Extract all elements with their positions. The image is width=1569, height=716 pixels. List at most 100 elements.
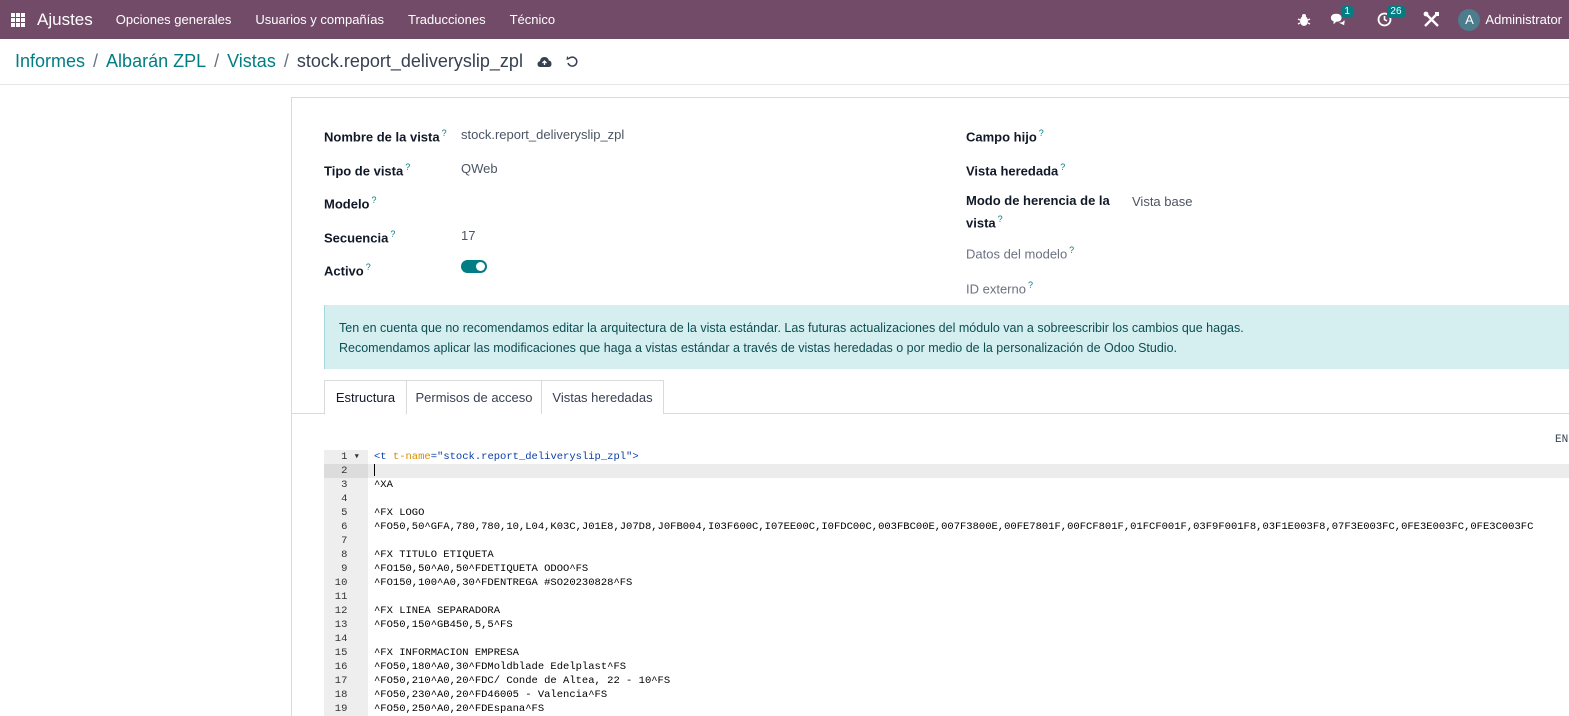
code-text: ^FO150,100^A0,30^FDENTREGA #SO20230828^F… [374, 577, 633, 589]
warning-alert: Ten en cuenta que no recomendamos editar… [324, 305, 1569, 369]
code-line[interactable]: 6 ^FO50,50^GFA,780,780,10,L04,K03C,J01E8… [324, 520, 1569, 534]
code-line[interactable]: 15 ^FX INFORMACION EMPRESA [324, 646, 1569, 660]
child-field-label: Campo hijo? [966, 128, 1044, 145]
line-number: 8 [324, 548, 368, 562]
app-name[interactable]: Ajustes [37, 10, 93, 30]
active-toggle[interactable] [461, 260, 487, 273]
code-text: ^FO50,180^A0,30^FDMoldblade Edelplast^FS [374, 661, 627, 673]
menu-item-translations[interactable]: Traducciones [408, 12, 486, 27]
tab-inherited-views[interactable]: Vistas heredadas [541, 380, 664, 414]
code-text: ^FO50,250^A0,20^FDEspana^FS [374, 703, 545, 715]
line-number: 4 [324, 492, 368, 506]
save-cloud-icon[interactable] [537, 54, 553, 70]
code-text: <t t-name="stock.report_deliveryslip_zpl… [374, 451, 639, 463]
model-label: Modelo? [324, 195, 377, 212]
code-line[interactable]: 9 ^FO150,50^A0,50^FDETIQUETA ODOO^FS [324, 562, 1569, 576]
inherit-mode-label: Modo de herencia de la vista? [966, 193, 1110, 231]
code-line[interactable]: 14 [324, 632, 1569, 646]
code-line[interactable]: 2 [324, 464, 1569, 478]
code-text: ^FO50,150^GB450,5,5^FS [374, 619, 513, 631]
code-text: ^FO150,50^A0,50^FDETIQUETA ODOO^FS [374, 563, 589, 575]
line-number: 10 [324, 576, 368, 590]
line-number: 11 [324, 590, 368, 604]
code-text: ^FX LOGO [374, 507, 425, 519]
code-line[interactable]: 18 ^FO50,230^A0,20^FD46005 - Valencia^FS [324, 688, 1569, 702]
messages-count-badge: 1 [1341, 5, 1353, 18]
code-line[interactable]: 3 ^XA [324, 478, 1569, 492]
sequence-field[interactable]: 17 [461, 226, 475, 245]
editor-language-label[interactable]: EN [1555, 434, 1569, 446]
menu-item-technical[interactable]: Técnico [510, 12, 556, 27]
apps-grid-icon[interactable] [11, 12, 25, 27]
inherited-view-label: Vista heredada? [966, 162, 1066, 179]
code-line[interactable]: 8 ^FX TITULO ETIQUETA [324, 548, 1569, 562]
view-type-field[interactable]: QWeb [461, 159, 498, 178]
tab-structure[interactable]: Estructura [324, 380, 407, 415]
line-number: 6 [324, 520, 368, 534]
code-line[interactable]: 5 ^FX LOGO [324, 506, 1569, 520]
line-number: 17 [324, 674, 368, 688]
tab-access-rights[interactable]: Permisos de acceso [406, 380, 542, 414]
alert-line: Recomendamos aplicar las modificaciones … [339, 341, 1177, 355]
line-number: 12 [324, 604, 368, 618]
line-number: 14 [324, 632, 368, 646]
line-number: 3 [324, 478, 368, 492]
breadcrumb-item-views[interactable]: Vistas [227, 51, 276, 72]
form-sheet: Nombre de la vista? stock.report_deliver… [291, 97, 1569, 716]
line-number: 2 [324, 464, 368, 478]
line-number: 19 [324, 702, 368, 716]
line-number: 5 [324, 506, 368, 520]
line-number: 18 [324, 688, 368, 702]
code-text: ^FX INFORMACION EMPRESA [374, 647, 519, 659]
user-name[interactable]: Administrator [1485, 12, 1562, 27]
breadcrumb-item-reports[interactable]: Informes [15, 51, 85, 72]
debug-bug-icon[interactable] [1296, 12, 1312, 28]
code-text: ^FO50,50^GFA,780,780,10,L04,K03C,J01E8,J… [374, 521, 1534, 533]
code-text: ^FX LINEA SEPARADORA [374, 605, 501, 617]
code-line[interactable]: 16 ^FO50,180^A0,30^FDMoldblade Edelplast… [324, 660, 1569, 674]
code-line[interactable]: 19 ^FO50,250^A0,20^FDEspana^FS [324, 702, 1569, 716]
code-line[interactable]: 7 [324, 534, 1569, 548]
code-line[interactable]: 13 ^FO50,150^GB450,5,5^FS [324, 618, 1569, 632]
menu-item-users-companies[interactable]: Usuarios y compañías [255, 12, 384, 27]
top-navbar: Ajustes Opciones generales Usuarios y co… [0, 0, 1569, 39]
sequence-label: Secuencia? [324, 229, 396, 246]
line-number: 16 [324, 660, 368, 674]
view-name-field[interactable]: stock.report_deliveryslip_zpl [461, 125, 624, 144]
tools-wrench-icon[interactable] [1422, 11, 1440, 29]
code-editor[interactable]: 1 ▾ <t t-name="stock.report_deliveryslip_… [324, 450, 1569, 716]
messages-chat-icon[interactable]: 1 [1330, 5, 1353, 28]
line-number: 13 [324, 618, 368, 632]
activities-clock-icon[interactable]: 26 [1376, 5, 1405, 28]
notebook-tabs: Estructura Permisos de acceso Vistas her… [292, 380, 1569, 415]
code-text: ^XA [374, 479, 393, 491]
breadcrumb-separator: / [214, 51, 220, 71]
code-text: ^FX TITULO ETIQUETA [374, 549, 494, 561]
code-text: ^FO50,230^A0,20^FD46005 - Valencia^FS [374, 689, 608, 701]
activities-count-badge: 26 [1387, 5, 1405, 18]
code-line[interactable]: 4 [324, 492, 1569, 506]
view-type-label: Tipo de vista? [324, 162, 411, 179]
breadcrumb: Informes / Albarán ZPL / Vistas / stock.… [0, 39, 1569, 85]
code-text: ^FO50,210^A0,20^FDC/ Conde de Altea, 22 … [374, 675, 671, 687]
code-line[interactable]: 10 ^FO150,100^A0,30^FDENTREGA #SO2023082… [324, 576, 1569, 590]
discard-undo-icon[interactable] [565, 54, 581, 70]
code-line[interactable]: 1 ▾ <t t-name="stock.report_deliveryslip_… [324, 450, 1569, 464]
breadcrumb-separator: / [93, 51, 99, 71]
user-avatar[interactable]: A [1458, 8, 1481, 31]
inherit-mode-field[interactable]: Vista base [1132, 192, 1192, 211]
alert-line: Ten en cuenta que no recomendamos editar… [339, 321, 1244, 335]
model-data-label: Datos del modelo? [966, 245, 1075, 262]
code-line[interactable]: 17 ^FO50,210^A0,20^FDC/ Conde de Altea, … [324, 674, 1569, 688]
code-line[interactable]: 12 ^FX LINEA SEPARADORA [324, 604, 1569, 618]
menu-item-general-settings[interactable]: Opciones generales [116, 12, 232, 27]
breadcrumb-item-report[interactable]: Albarán ZPL [106, 51, 206, 72]
text-cursor [374, 464, 375, 477]
line-number: 15 [324, 646, 368, 660]
code-line[interactable]: 11 [324, 590, 1569, 604]
breadcrumb-current: stock.report_deliveryslip_zpl [296, 51, 523, 71]
code-text [368, 464, 1569, 478]
